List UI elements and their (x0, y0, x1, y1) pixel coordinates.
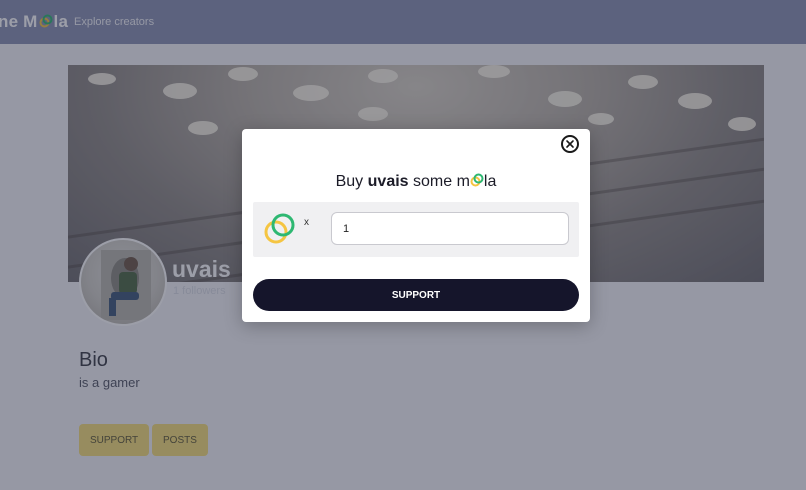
support-button[interactable]: SUPPORT (253, 279, 579, 311)
close-icon (566, 140, 574, 148)
modal-title: Buy uvais some m la (242, 173, 590, 191)
quantity-row: x (253, 202, 579, 257)
title-some: some (413, 173, 453, 190)
title-m: m (456, 173, 470, 190)
close-modal-button[interactable] (561, 135, 579, 153)
support-modal: Buy uvais some m la x SUPPORT (242, 129, 590, 322)
multiply-symbol: x (304, 217, 309, 228)
title-la: la (483, 173, 497, 190)
quantity-input[interactable] (331, 212, 569, 245)
title-creator-name: uvais (367, 173, 409, 190)
title-buy: Buy (335, 173, 364, 190)
mola-ring-icon (470, 173, 484, 187)
mola-coin-icon (263, 212, 297, 246)
